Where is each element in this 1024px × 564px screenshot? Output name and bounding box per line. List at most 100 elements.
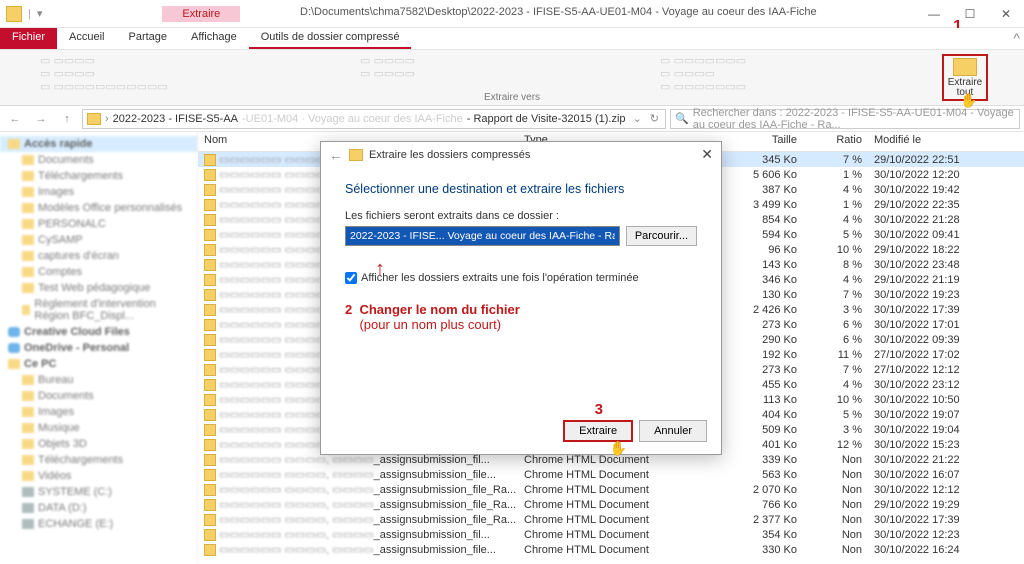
sidebar-item[interactable]: Images [0, 404, 197, 420]
file-icon [204, 364, 216, 376]
folder-icon [22, 407, 34, 417]
sidebar-item[interactable]: Modèles Office personnalisés [0, 200, 197, 216]
tab-view[interactable]: Affichage [179, 28, 249, 49]
window-title-path: D:\Documents\chma7582\Desktop\2022-2023 … [300, 6, 817, 18]
destination-path-input[interactable] [345, 226, 620, 246]
cancel-button[interactable]: Annuler [639, 420, 707, 442]
dialog-titlebar: ← Extraire les dossiers compressés ✕ [321, 142, 721, 168]
checkbox-label: Afficher les dossiers extraits une fois … [361, 272, 639, 284]
sidebar-item[interactable]: Accès rapide [0, 136, 197, 152]
sidebar-item[interactable]: Ce PC [0, 356, 197, 372]
table-row[interactable]: ▭▭▭▭▭▭ ▭▭▭▭, ▭▭▭▭_assignsubmission_file_… [198, 497, 1024, 512]
sidebar-item[interactable]: SYSTEME (C:) [0, 484, 197, 500]
col-date[interactable]: Modifié le [868, 132, 994, 151]
contextual-tab-compressed[interactable]: Extraire [162, 6, 240, 22]
folder-icon [22, 519, 34, 529]
table-row[interactable]: ▭▭▭▭▭▭ ▭▭▭▭, ▭▭▭▭_assignsubmission_file_… [198, 512, 1024, 527]
nav-forward-button[interactable]: → [30, 109, 52, 129]
table-row[interactable]: ▭▭▭▭▭▭ ▭▭▭▭, ▭▭▭▭_assignsubmission_file_… [198, 482, 1024, 497]
sidebar-item[interactable]: Comptes [0, 264, 197, 280]
quick-access-toolbar: | ▾ [0, 6, 42, 22]
folder-icon [22, 503, 34, 513]
nav-back-button[interactable]: ← [4, 109, 26, 129]
chevron-right-icon: › [105, 113, 109, 125]
file-icon [204, 229, 216, 241]
sidebar-item[interactable]: Bureau [0, 372, 197, 388]
tab-file[interactable]: Fichier [0, 28, 57, 49]
qat-divider: | [28, 8, 31, 20]
file-icon [204, 439, 216, 451]
ribbon-body: ▭ ▭▭▭▭▭ ▭▭▭▭▭ ▭▭▭▭▭▭▭▭▭▭▭ ▭ ▭▭▭▭▭ ▭▭▭▭ ▭… [0, 50, 1024, 106]
sidebar-item[interactable]: Vidéos [0, 468, 197, 484]
sidebar-item[interactable]: Images [0, 184, 197, 200]
col-size[interactable]: Taille [723, 132, 803, 151]
search-box[interactable]: 🔍 Rechercher dans : 2022-2023 - IFISE-S5… [670, 109, 1020, 129]
tab-compressed-tools[interactable]: Outils de dossier compressé [249, 28, 412, 49]
table-row[interactable]: ▭▭▭▭▭▭ ▭▭▭▭, ▭▭▭▭_assignsubmission_file.… [198, 467, 1024, 482]
file-icon [204, 169, 216, 181]
folder-icon [22, 171, 34, 181]
tab-home[interactable]: Accueil [57, 28, 116, 49]
sidebar-item[interactable]: Documents [0, 388, 197, 404]
window-minimize-button[interactable]: — [916, 0, 952, 28]
sidebar-item[interactable]: PERSONALC [0, 216, 197, 232]
file-icon [204, 469, 216, 481]
sidebar-item[interactable]: Règlement d'intervention Région BFC_Disp… [0, 296, 197, 324]
sidebar-item[interactable]: captures d'écran [0, 248, 197, 264]
extract-button[interactable]: Extraire [563, 420, 633, 442]
dialog-close-button[interactable]: ✕ [701, 146, 713, 163]
file-icon [204, 544, 216, 556]
sidebar-item[interactable]: OneDrive - Personal [0, 340, 197, 356]
folder-icon [87, 113, 101, 125]
col-ratio[interactable]: Ratio [803, 132, 868, 151]
sidebar-item[interactable]: Objets 3D [0, 436, 197, 452]
address-bar[interactable]: › 2022-2023 - IFISE-S5-AA -UE01-M04 · Vo… [82, 109, 666, 129]
file-icon [204, 424, 216, 436]
address-segment-1[interactable]: 2022-2023 - IFISE-S5-AA [113, 113, 238, 125]
sidebar-item[interactable]: Téléchargements [0, 452, 197, 468]
address-segment-2[interactable]: - Rapport de Visite-32015 (1).zip [467, 113, 626, 125]
ribbon-tabs: Fichier Accueil Partage Affichage Outils… [0, 28, 1024, 50]
navigation-sidebar[interactable]: Accès rapideDocumentsTéléchargementsImag… [0, 132, 198, 564]
window-close-button[interactable]: ✕ [988, 0, 1024, 28]
tab-share[interactable]: Partage [116, 28, 179, 49]
folder-icon [22, 155, 34, 165]
sidebar-item[interactable]: Musique [0, 420, 197, 436]
sidebar-item[interactable]: ECHANGE (E:) [0, 516, 197, 532]
file-icon [204, 409, 216, 421]
file-icon [204, 259, 216, 271]
file-icon [204, 484, 216, 496]
folder-icon [8, 343, 20, 353]
annotation-3: 3 [595, 401, 603, 418]
refresh-icon[interactable]: ↻ [650, 112, 659, 125]
sidebar-item[interactable]: Test Web pédagogique [0, 280, 197, 296]
sidebar-item[interactable]: DATA (D:) [0, 500, 197, 516]
sidebar-item[interactable]: Creative Cloud Files [0, 324, 197, 340]
sidebar-item[interactable]: Documents [0, 152, 197, 168]
dialog-back-icon[interactable]: ← [329, 147, 343, 163]
folder-icon [22, 187, 34, 197]
annotation-arrow-icon: ↑ [375, 258, 385, 281]
title-bar: | ▾ Extraire D:\Documents\chma7582\Deskt… [0, 0, 1024, 28]
folder-icon [8, 327, 20, 337]
file-icon [204, 529, 216, 541]
file-icon [204, 454, 216, 466]
table-row[interactable]: ▭▭▭▭▭▭ ▭▭▭▭, ▭▭▭▭_assignsubmission_file.… [198, 542, 1024, 557]
folder-icon [22, 251, 34, 261]
ribbon-group-label: Extraire vers [484, 92, 540, 103]
ribbon-minimize-icon[interactable]: ^ [1013, 30, 1020, 46]
checkbox-input[interactable] [345, 272, 357, 284]
folder-icon [22, 391, 34, 401]
extract-all-button[interactable]: Extraire tout ✋ [942, 54, 988, 101]
sidebar-item[interactable]: Téléchargements [0, 168, 197, 184]
address-dropdown-icon[interactable]: ⌄ [633, 112, 642, 125]
address-segment-blurred: -UE01-M04 · Voyage au coeur des IAA-Fich… [242, 113, 463, 125]
dialog-heading: Sélectionner une destination et extraire… [345, 182, 697, 196]
nav-up-button[interactable]: ↑ [56, 109, 78, 129]
qat-dropdown-icon[interactable]: ▾ [37, 7, 43, 20]
browse-button[interactable]: Parcourir... [626, 226, 697, 246]
table-row[interactable]: ▭▭▭▭▭▭ ▭▭▭▭, ▭▭▭▭_assignsubmission_fil..… [198, 527, 1024, 542]
show-extracted-checkbox[interactable]: Afficher les dossiers extraits une fois … [345, 272, 697, 284]
folder-icon [22, 487, 34, 497]
sidebar-item[interactable]: CySAMP [0, 232, 197, 248]
